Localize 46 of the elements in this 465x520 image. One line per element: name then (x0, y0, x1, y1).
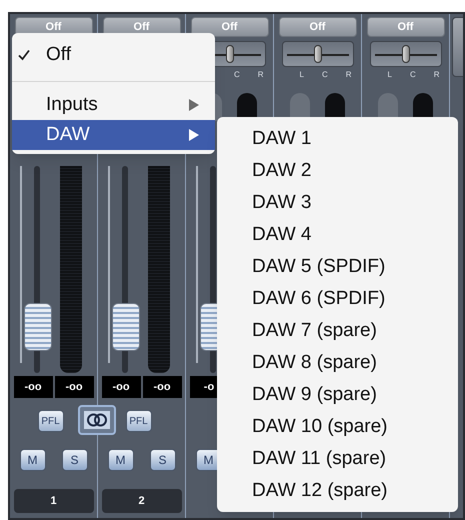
pan-label: R (434, 69, 440, 81)
checkmark-icon (18, 49, 30, 61)
menu-item-label: Off (45, 42, 71, 67)
submenu-item[interactable]: DAW 8 (spare) (217, 347, 458, 379)
submenu-item[interactable]: DAW 6 (SPDIF) (217, 283, 458, 315)
menu-item-label: Inputs (45, 92, 98, 117)
menu-item[interactable]: Off (12, 37, 215, 73)
pan-thumb[interactable] (226, 45, 234, 63)
pan-label: R (346, 69, 352, 81)
mute-button[interactable]: M (108, 449, 134, 471)
menu-item-label: DAW (45, 122, 90, 147)
mute-button[interactable]: M (20, 449, 46, 471)
submenu-item[interactable]: DAW 2 (217, 155, 458, 187)
submenu-item[interactable]: DAW 3 (217, 187, 458, 219)
pan-label: L (387, 69, 392, 81)
submenu-item[interactable]: DAW 12 (spare) (217, 475, 458, 507)
submenu-item[interactable]: DAW 1 (217, 123, 458, 155)
pan-thumb[interactable] (402, 45, 410, 63)
channel-number: 2 (102, 489, 182, 513)
level-readout: -oo (142, 376, 182, 398)
pan-label: R (258, 69, 264, 81)
pan-label: C (322, 69, 328, 81)
submenu-item[interactable]: DAW 7 (spare) (217, 315, 458, 347)
pan-slider[interactable] (282, 41, 354, 67)
pan-label: C (410, 69, 416, 81)
solo-button[interactable]: S (150, 449, 176, 471)
submenu-item[interactable]: DAW 5 (SPDIF) (217, 251, 458, 283)
pan-label: L (299, 69, 304, 81)
menu-item[interactable]: DAW (12, 120, 215, 150)
pfl-button[interactable]: PFL (38, 410, 64, 432)
stereo-link-button[interactable] (78, 405, 116, 435)
pfl-button[interactable]: PFL (126, 410, 152, 432)
link-rings-icon (84, 411, 110, 429)
fader-thumb[interactable] (24, 302, 52, 350)
solo-button[interactable]: S (62, 449, 88, 471)
pan-thumb[interactable] (314, 45, 322, 63)
level-readout: -oo (14, 376, 52, 398)
channel-number: 1 (14, 489, 94, 513)
menu-item[interactable]: Inputs (12, 90, 215, 120)
pan-slider[interactable] (370, 41, 442, 67)
fader-thumb[interactable] (112, 302, 140, 350)
submenu-item[interactable]: DAW 10 (spare) (217, 411, 458, 443)
pan-label: C (234, 69, 240, 81)
submenu-item[interactable]: DAW 4 (217, 219, 458, 251)
level-readout: -oo (54, 376, 94, 398)
level-readout: -oo (102, 376, 140, 398)
